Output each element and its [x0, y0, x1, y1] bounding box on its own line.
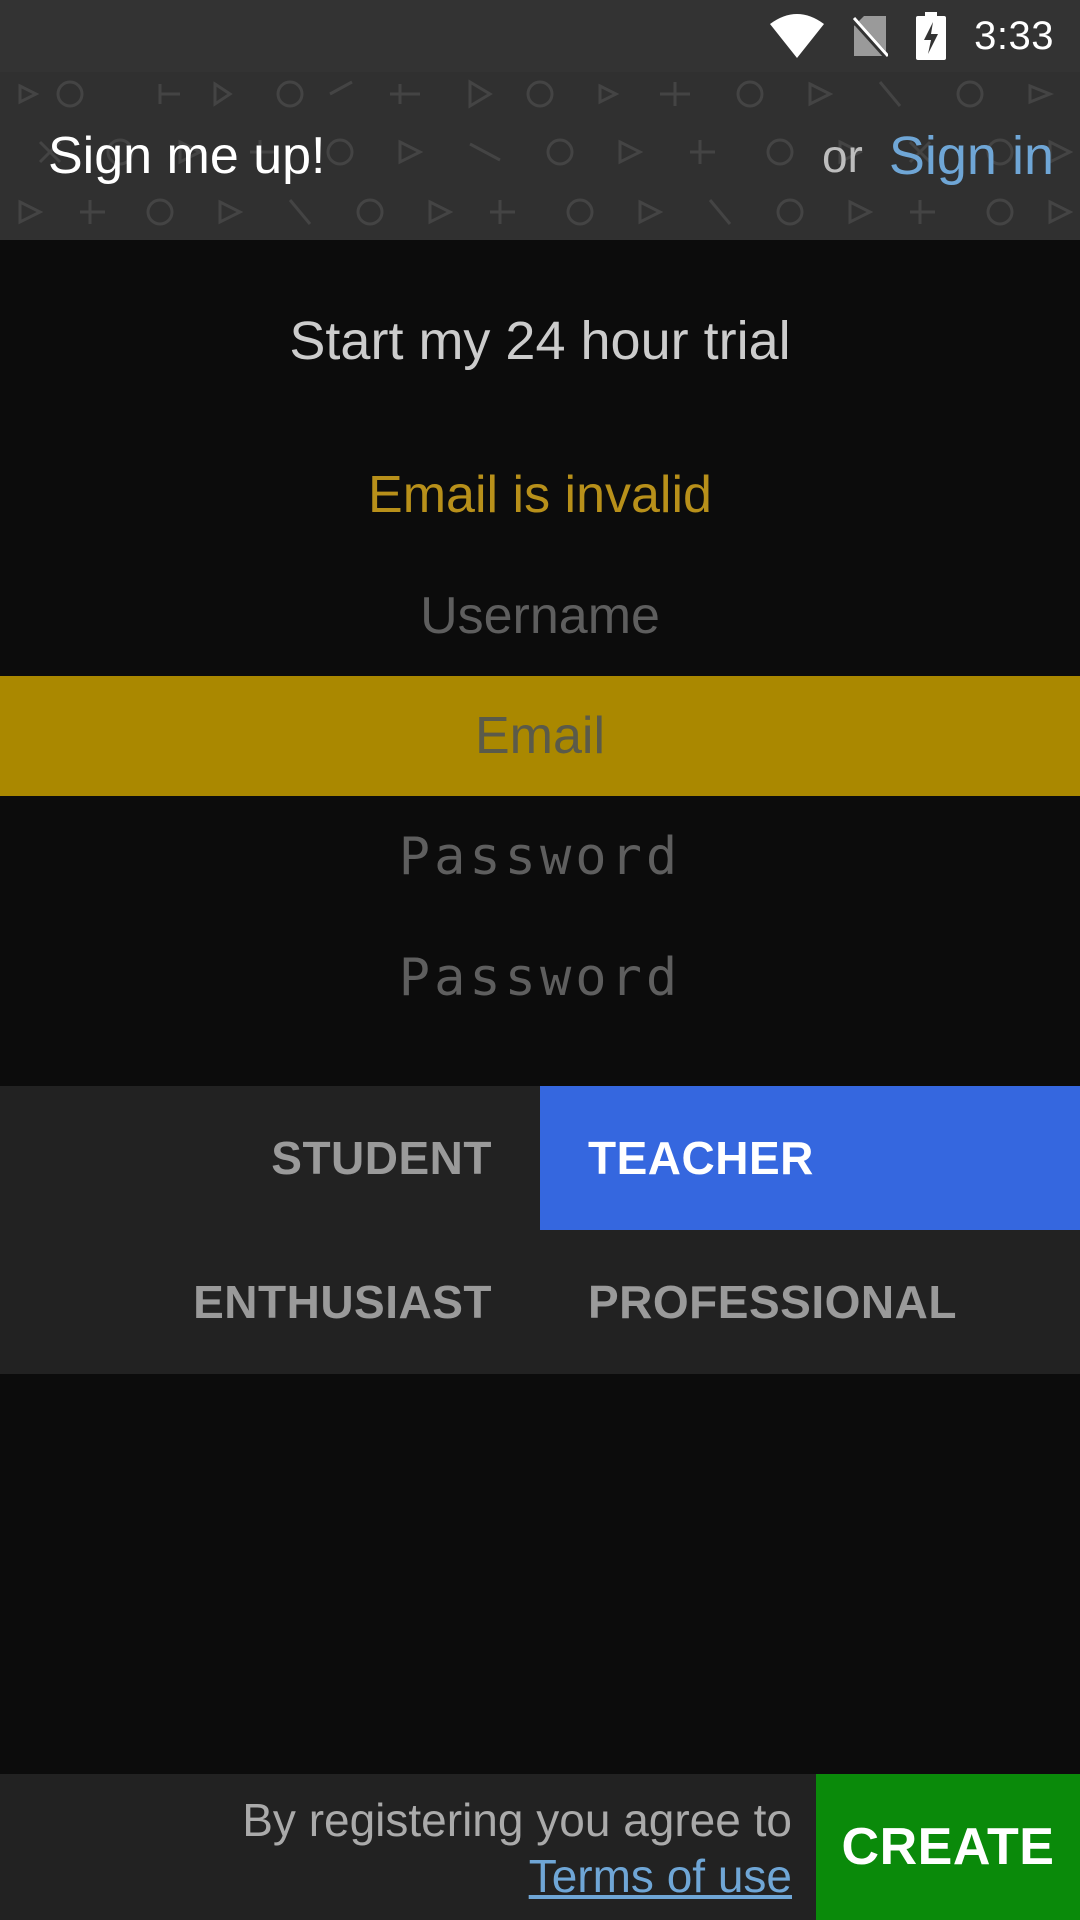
- role-option-student[interactable]: STUDENT: [0, 1086, 540, 1230]
- no-sim-icon: [852, 14, 889, 58]
- battery-charging-icon: [916, 12, 947, 60]
- role-option-professional[interactable]: PROFESSIONAL: [540, 1230, 1080, 1374]
- terms-notice: By registering you agree to Terms of use: [242, 1792, 792, 1904]
- username-input[interactable]: [0, 556, 1080, 676]
- trial-subtitle: Start my 24 hour trial: [289, 311, 791, 371]
- terms-of-use-link[interactable]: Terms of use: [529, 1848, 792, 1904]
- signup-header: Sign me up! or Sign in: [0, 72, 1080, 240]
- status-time: 3:33: [974, 13, 1054, 58]
- footer-bar: By registering you agree to Terms of use…: [0, 1774, 1080, 1920]
- or-label: or: [821, 130, 863, 182]
- create-account-button[interactable]: CREATE: [816, 1774, 1080, 1920]
- agree-text: By registering you agree to: [242, 1794, 792, 1846]
- wifi-icon: [770, 14, 825, 58]
- sign-in-link[interactable]: Sign in: [889, 125, 1054, 187]
- password-input[interactable]: [0, 797, 1080, 917]
- confirm-password-input[interactable]: [0, 918, 1080, 1038]
- role-selector: STUDENT TEACHER ENTHUSIAST PROFESSIONAL: [0, 1086, 1080, 1374]
- page-title: Sign me up!: [48, 127, 326, 185]
- role-option-enthusiast[interactable]: ENTHUSIAST: [0, 1230, 540, 1374]
- role-option-teacher[interactable]: TEACHER: [540, 1086, 1080, 1230]
- email-error-message: Email is invalid: [368, 466, 712, 524]
- email-input[interactable]: [0, 676, 1080, 796]
- signin-prompt: or Sign in: [822, 72, 1054, 240]
- status-bar: 3:33: [0, 0, 1080, 72]
